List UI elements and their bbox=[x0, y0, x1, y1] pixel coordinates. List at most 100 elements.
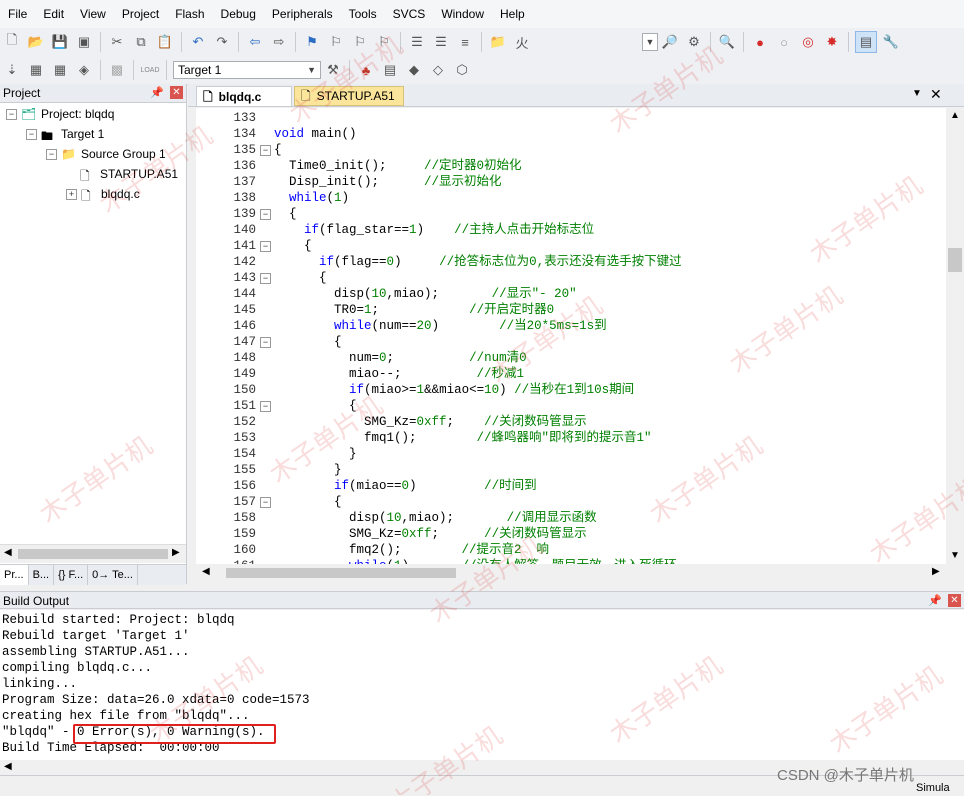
menu-tools[interactable]: Tools bbox=[341, 0, 385, 28]
fold-collapse-icon[interactable]: − bbox=[260, 209, 271, 220]
code-editor[interactable]: 133 134 void main() 135−{136 Time0_init(); … bbox=[196, 108, 946, 564]
manage-books-icon[interactable]: ▤ bbox=[380, 60, 400, 80]
scroll-thumb[interactable] bbox=[18, 549, 168, 559]
bookmark-prev-icon[interactable]: ⚐ bbox=[326, 32, 346, 52]
collapse-icon[interactable]: − bbox=[46, 148, 57, 160]
code-line[interactable]: 158 disp(10,miao); //调用显示函数 bbox=[196, 510, 946, 526]
scroll-left-icon[interactable]: ◀ bbox=[4, 547, 12, 558]
code-line[interactable]: 144 disp(10,miao); //显示"- 20" bbox=[196, 286, 946, 302]
editor-hscroll[interactable]: ◀ ▶ bbox=[196, 564, 946, 582]
scroll-up-icon[interactable]: ▲ bbox=[950, 110, 960, 121]
code-line[interactable]: 138 while(1) bbox=[196, 190, 946, 206]
code-line[interactable]: 139− { bbox=[196, 206, 946, 222]
fire-icon[interactable]: 火 bbox=[512, 32, 532, 52]
tab-blqdq-c[interactable]: 🗋 blqdq.c bbox=[196, 86, 292, 106]
menu-edit[interactable]: Edit bbox=[35, 0, 72, 28]
code-line[interactable]: 150 if(miao>=1&&miao<=10) //当秒在1到10s期间 bbox=[196, 382, 946, 398]
menu-project[interactable]: Project bbox=[114, 0, 167, 28]
close-icon[interactable]: ✕ bbox=[948, 594, 961, 607]
breakpoint-disabled-icon[interactable]: ○ bbox=[774, 32, 794, 52]
stop-build-icon[interactable]: ▩ bbox=[107, 60, 127, 80]
config-icon[interactable]: 🔧 bbox=[881, 32, 901, 52]
tree-project[interactable]: − 🗂 Project: blqdq bbox=[6, 104, 114, 124]
find-in-files-icon[interactable]: 📁 bbox=[488, 32, 508, 52]
code-line[interactable]: 135−{ bbox=[196, 142, 946, 158]
redo-icon[interactable]: ↷ bbox=[212, 32, 232, 52]
scroll-right-icon[interactable]: ▶ bbox=[932, 566, 940, 577]
undo-icon[interactable]: ↶ bbox=[188, 32, 208, 52]
scroll-thumb[interactable] bbox=[226, 568, 456, 578]
code-line[interactable]: 148 num=0; //num清0 bbox=[196, 350, 946, 366]
menu-flash[interactable]: Flash bbox=[167, 0, 212, 28]
code-line[interactable]: 159 SMG_Kz=0xff; //关闭数码管显示 bbox=[196, 526, 946, 542]
code-line[interactable]: 136 Time0_init(); //定时器0初始化 bbox=[196, 158, 946, 174]
collapse-icon[interactable]: − bbox=[26, 128, 37, 140]
menu-help[interactable]: Help bbox=[492, 0, 533, 28]
window-layout-icon[interactable]: ▤ bbox=[855, 31, 877, 53]
paste-icon[interactable]: 📋 bbox=[155, 32, 175, 52]
run-time-env-icon[interactable]: ◆ bbox=[404, 60, 424, 80]
open-folder-icon[interactable]: 📂 bbox=[26, 32, 46, 52]
code-line[interactable]: 146 while(num==20) //当20*5ms=1s到 bbox=[196, 318, 946, 334]
code-line[interactable]: 156 if(miao==0) //时间到 bbox=[196, 478, 946, 494]
scroll-right-icon[interactable]: ▶ bbox=[172, 547, 180, 558]
code-line[interactable]: 152 SMG_Kz=0xff; //关闭数码管显示 bbox=[196, 414, 946, 430]
code-line[interactable]: 133 bbox=[196, 110, 946, 126]
target-options-icon[interactable]: ⚒ bbox=[323, 60, 343, 80]
bookmark-next-icon[interactable]: ⚐ bbox=[350, 32, 370, 52]
bookmark-icon[interactable]: ⚑ bbox=[302, 32, 322, 52]
fold-collapse-icon[interactable]: − bbox=[260, 401, 271, 412]
pin-icon[interactable]: 📌 bbox=[928, 592, 942, 610]
code-line[interactable]: 155 } bbox=[196, 462, 946, 478]
tree-file-startup[interactable]: 🗋 STARTUP.A51 bbox=[80, 164, 178, 184]
close-editor-icon[interactable]: ✕ bbox=[930, 86, 942, 103]
save-all-icon[interactable]: ▣ bbox=[74, 32, 94, 52]
scroll-down-icon[interactable]: ▼ bbox=[950, 550, 960, 561]
close-icon[interactable]: ✕ bbox=[170, 86, 183, 99]
menu-file[interactable]: File bbox=[0, 0, 35, 28]
pin-icon[interactable]: 📌 bbox=[150, 84, 164, 102]
menu-svcs[interactable]: SVCS bbox=[385, 0, 434, 28]
code-line[interactable]: 153 fmq1(); //蜂鸣器响"即将到的提示音1" bbox=[196, 430, 946, 446]
tab-list-icon[interactable]: ▼ bbox=[912, 88, 922, 99]
rebuild-icon[interactable]: ▦ bbox=[50, 60, 70, 80]
code-line[interactable]: 157− { bbox=[196, 494, 946, 510]
menu-view[interactable]: View bbox=[72, 0, 114, 28]
code-line[interactable]: 151− { bbox=[196, 398, 946, 414]
new-file-icon[interactable]: 🗋 bbox=[2, 32, 22, 52]
debug-session-icon[interactable]: 🔍 bbox=[717, 32, 737, 52]
bookmark-clear-icon[interactable]: ⚐ bbox=[374, 32, 394, 52]
breakpoint-kill-all-icon[interactable]: ✸ bbox=[822, 32, 842, 52]
find-combo-dropdown[interactable]: ▼ bbox=[642, 33, 658, 51]
breakpoint-disable-all-icon[interactable]: ◎ bbox=[798, 32, 818, 52]
panel-tab-3[interactable]: 0→ Te... bbox=[88, 565, 138, 585]
tree-file-blqdq[interactable]: + 🗋 blqdq.c bbox=[66, 184, 140, 204]
panel-tab-2[interactable]: {} F... bbox=[54, 565, 89, 585]
pack-installer-icon[interactable]: ◇ bbox=[428, 60, 448, 80]
code-line[interactable]: 154 } bbox=[196, 446, 946, 462]
nav-back-icon[interactable]: ⇦ bbox=[245, 32, 265, 52]
fold-collapse-icon[interactable]: − bbox=[260, 337, 271, 348]
load-icon[interactable]: LOAD bbox=[140, 60, 160, 80]
find-icon[interactable]: 🔎 bbox=[660, 32, 680, 52]
code-line[interactable]: 141− { bbox=[196, 238, 946, 254]
scroll-left-icon[interactable]: ◀ bbox=[202, 566, 210, 577]
editor-vscroll[interactable]: ▲ ▼ bbox=[946, 108, 964, 564]
code-line[interactable]: 137 Disp_init(); //显示初始化 bbox=[196, 174, 946, 190]
panel-tab-0[interactable]: Pr... bbox=[0, 565, 29, 585]
code-line[interactable]: 149 miao--; //秒减1 bbox=[196, 366, 946, 382]
code-line[interactable]: 134 void main() bbox=[196, 126, 946, 142]
comment-icon[interactable]: ≡ bbox=[455, 32, 475, 52]
unindent-icon[interactable]: ☰ bbox=[431, 32, 451, 52]
incremental-find-icon[interactable]: ⚙ bbox=[684, 32, 704, 52]
collapse-icon[interactable]: − bbox=[6, 108, 17, 120]
menu-peripherals[interactable]: Peripherals bbox=[264, 0, 341, 28]
cut-icon[interactable]: ✂ bbox=[107, 32, 127, 52]
panel-tab-1[interactable]: B... bbox=[29, 565, 55, 585]
code-line[interactable]: 142 if(flag==0) //抢答标志位为0,表示还没有选手按下键过 bbox=[196, 254, 946, 270]
fold-collapse-icon[interactable]: − bbox=[260, 273, 271, 284]
code-line[interactable]: 160 fmq2(); //提示音2 响 bbox=[196, 542, 946, 558]
project-hscroll[interactable]: ◀ ▶ bbox=[0, 544, 186, 563]
code-line[interactable]: 143− { bbox=[196, 270, 946, 286]
target-select[interactable]: Target 1 ▼ bbox=[173, 61, 321, 79]
